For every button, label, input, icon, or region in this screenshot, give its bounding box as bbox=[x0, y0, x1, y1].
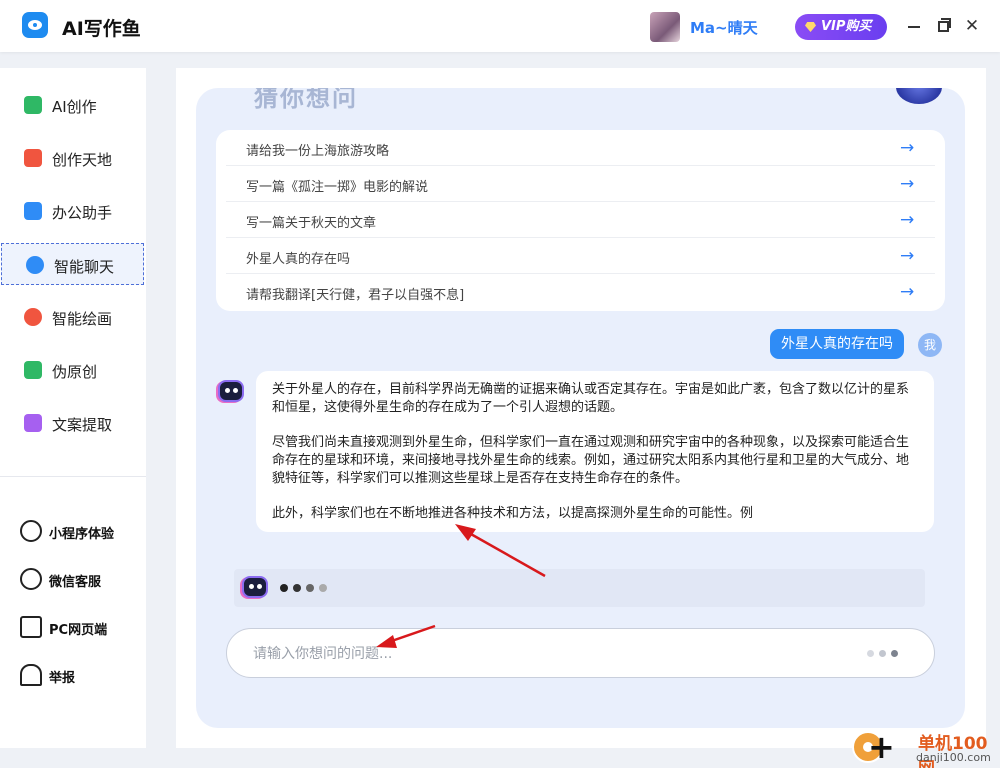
bot-avatar-icon bbox=[242, 576, 268, 598]
sidebar-item-label: 智能绘画 bbox=[52, 310, 113, 328]
ai-icon bbox=[24, 96, 42, 114]
vip-purchase-button[interactable]: VIP购买 bbox=[795, 14, 887, 40]
bot-paragraph: 尽管我们尚未直接观测到外星生命，但科学家们一直在通过观测和研究宇宙中的各种现象，… bbox=[272, 435, 910, 486]
sidebar-item-ai-create[interactable]: AI创作 bbox=[0, 84, 146, 126]
sidebar-item-report[interactable]: 举报 bbox=[0, 660, 146, 690]
typing-indicator bbox=[234, 569, 925, 607]
t-icon bbox=[24, 361, 42, 379]
folder-icon bbox=[24, 414, 42, 432]
close-button[interactable]: ✕ bbox=[961, 14, 983, 38]
sidebar: AI创作 创作天地 办公助手 智能聊天 智能绘画 伪原创 文案提取 小程序体验 … bbox=[0, 68, 146, 748]
sidebar-divider bbox=[0, 476, 146, 477]
sidebar-item-label: 创作天地 bbox=[52, 151, 113, 169]
diamond-icon bbox=[805, 22, 816, 32]
suggestion-text: 写一篇《孤注一掷》电影的解说 bbox=[246, 180, 429, 195]
bottom-item-label: 微信客服 bbox=[49, 575, 102, 590]
mini-program-icon bbox=[20, 520, 42, 542]
arrow-right-icon[interactable]: → bbox=[900, 138, 914, 158]
sidebar-item-label: 办公助手 bbox=[52, 204, 113, 222]
chat-input[interactable] bbox=[253, 642, 853, 666]
user-avatar[interactable] bbox=[650, 12, 680, 42]
sidebar-item-label: AI创作 bbox=[52, 98, 97, 116]
sidebar-item-smart-painting[interactable]: 智能绘画 bbox=[0, 296, 146, 338]
briefcase-icon bbox=[24, 202, 42, 220]
pen-icon bbox=[24, 149, 42, 167]
bot-paragraph: 关于外星人的存在，目前科学界尚无确凿的证据来确认或否定其存在。宇宙是如此广袤，包… bbox=[272, 382, 910, 415]
monitor-icon bbox=[20, 616, 42, 638]
maximize-button[interactable] bbox=[932, 14, 954, 38]
typing-dot bbox=[293, 584, 301, 592]
suggestion-item[interactable]: 写一篇关于秋天的文章 → bbox=[226, 202, 935, 238]
suggestion-text: 请帮我翻译[天行健，君子以自强不息] bbox=[246, 288, 465, 303]
arrow-right-icon[interactable]: → bbox=[900, 210, 914, 230]
sidebar-item-creation-world[interactable]: 创作天地 bbox=[0, 137, 146, 179]
decorative-orb-icon bbox=[896, 88, 942, 104]
sidebar-item-pc-web[interactable]: PC网页端 bbox=[0, 612, 146, 642]
sidebar-item-office-assistant[interactable]: 办公助手 bbox=[0, 190, 146, 232]
sidebar-item-copy-extract[interactable]: 文案提取 bbox=[0, 402, 146, 444]
vip-label: VIP购买 bbox=[821, 19, 872, 34]
suggestion-item[interactable]: 外星人真的存在吗 → bbox=[226, 238, 935, 274]
watermark-plus-icon: + bbox=[868, 728, 895, 766]
suggestion-item[interactable]: 请给我一份上海旅游攻略 → bbox=[226, 130, 935, 166]
chat-panel: 猜你想问 请给我一份上海旅游攻略 → 写一篇《孤注一掷》电影的解说 → 写一篇关… bbox=[196, 88, 965, 728]
minimize-button[interactable] bbox=[903, 14, 925, 38]
wechat-service-icon bbox=[20, 568, 42, 590]
suggestion-item[interactable]: 写一篇《孤注一掷》电影的解说 → bbox=[226, 166, 935, 202]
title-bar: AI写作鱼 Ma~晴天 VIP购买 ✕ bbox=[0, 0, 1000, 52]
sidebar-item-label: 智能聊天 bbox=[54, 258, 115, 276]
arrow-right-icon[interactable]: → bbox=[900, 174, 914, 194]
typing-dot bbox=[319, 584, 327, 592]
bot-paragraph: 此外，科学家们也在不断地推进各种技术和方法，以提高探测外星生命的可能性。例 bbox=[272, 506, 754, 521]
app-title: AI写作鱼 bbox=[62, 18, 141, 40]
maximize-icon bbox=[938, 21, 949, 32]
app-logo-icon bbox=[22, 12, 48, 38]
bottom-item-label: 举报 bbox=[49, 671, 76, 686]
sidebar-item-label: 文案提取 bbox=[52, 416, 113, 434]
arrow-right-icon[interactable]: → bbox=[900, 246, 914, 266]
bot-avatar-icon bbox=[218, 380, 244, 402]
arrow-right-icon[interactable]: → bbox=[900, 282, 914, 302]
suggestion-text: 外星人真的存在吗 bbox=[246, 252, 351, 267]
chat-bot-icon bbox=[26, 256, 44, 274]
minimize-icon bbox=[908, 26, 920, 28]
sidebar-item-label: 伪原创 bbox=[52, 363, 98, 381]
sidebar-item-smart-chat[interactable]: 智能聊天 bbox=[1, 243, 144, 285]
suggestions-heading: 猜你想问 bbox=[254, 88, 358, 112]
suggestion-list: 请给我一份上海旅游攻略 → 写一篇《孤注一掷》电影的解说 → 写一篇关于秋天的文… bbox=[216, 130, 945, 311]
alarm-icon bbox=[20, 664, 42, 686]
user-chat-avatar: 我 bbox=[918, 333, 942, 357]
user-message-bubble: 外星人真的存在吗 bbox=[770, 329, 904, 359]
chat-input-box[interactable] bbox=[226, 628, 935, 678]
typing-dot bbox=[280, 584, 288, 592]
send-loading-icon[interactable] bbox=[863, 650, 903, 658]
watermark-url: danji100.com bbox=[916, 751, 991, 764]
bot-message-bubble: 关于外星人的存在，目前科学界尚无确凿的证据来确认或否定其存在。宇宙是如此广袤，包… bbox=[256, 371, 934, 532]
suggestion-text: 写一篇关于秋天的文章 bbox=[246, 216, 377, 231]
username[interactable]: Ma~晴天 bbox=[690, 17, 758, 38]
suggestion-text: 请给我一份上海旅游攻略 bbox=[246, 144, 390, 159]
typing-dot bbox=[306, 584, 314, 592]
sidebar-item-wechat-service[interactable]: 微信客服 bbox=[0, 564, 146, 594]
suggestion-item[interactable]: 请帮我翻译[天行健，君子以自强不息] → bbox=[226, 274, 935, 310]
sidebar-item-pseudo-original[interactable]: 伪原创 bbox=[0, 349, 146, 391]
bottom-item-label: 小程序体验 bbox=[49, 527, 115, 542]
bottom-item-label: PC网页端 bbox=[49, 623, 108, 638]
sidebar-item-mini-program[interactable]: 小程序体验 bbox=[0, 516, 146, 546]
palette-icon bbox=[24, 308, 42, 326]
